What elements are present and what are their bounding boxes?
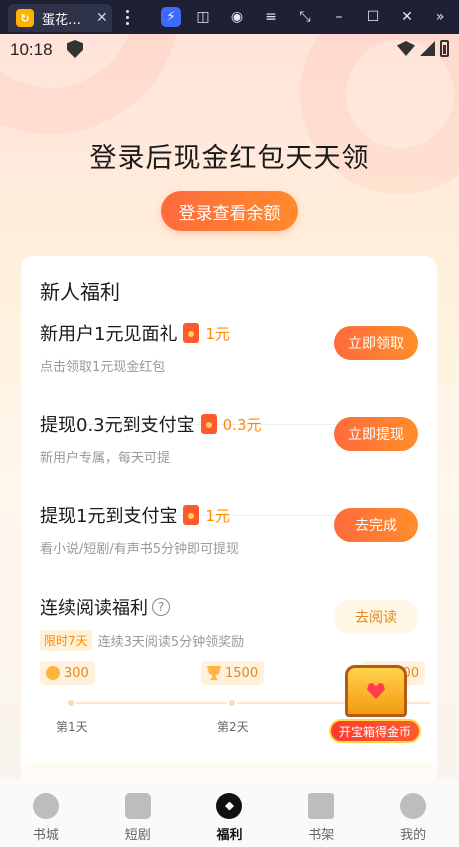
account-icon[interactable]: ◉	[227, 7, 247, 27]
user-icon	[400, 793, 427, 819]
claim-button[interactable]: 立即领取	[334, 326, 418, 360]
welfare-icon	[216, 793, 243, 819]
tab-label: 短剧	[124, 828, 151, 843]
app-logo-icon: ↻	[16, 9, 34, 27]
card-title: 新人福利	[40, 280, 120, 304]
task-desc: 看小说/短剧/有声书5分钟即可提现	[40, 542, 240, 557]
signal-icon	[420, 41, 435, 56]
maximize-icon[interactable]: ☐	[363, 7, 383, 27]
more-menu-icon[interactable]	[117, 7, 137, 27]
help-icon[interactable]: ?	[152, 598, 170, 616]
tab-bookshelf[interactable]: 书架	[275, 779, 367, 847]
status-icons	[397, 40, 449, 57]
milestone-day: 第1天	[56, 720, 88, 734]
bottom-tabbar: 书城 短剧 福利 书架 我的	[0, 779, 459, 847]
task-title: 新用户1元见面礼	[40, 324, 178, 345]
withdraw-button[interactable]: 立即提现	[334, 417, 418, 451]
milestone-reward: 300	[40, 661, 95, 685]
shield-icon	[67, 40, 83, 58]
milestone-reward: 1500	[201, 661, 265, 685]
resize-icon[interactable]: ⤡	[295, 7, 315, 27]
chest-label: 开宝箱得金币	[329, 719, 421, 743]
trophy-icon	[207, 666, 221, 680]
close-icon[interactable]: ✕	[96, 10, 108, 26]
minimize-icon[interactable]: –	[329, 7, 349, 27]
emulator-tab[interactable]: ↻ 蛋花… ✕	[8, 4, 112, 32]
task-title: 提现0.3元到支付宝	[40, 415, 195, 436]
status-time: 10:18	[10, 40, 53, 59]
red-packet-icon	[183, 505, 200, 525]
read-button[interactable]: 去阅读	[334, 600, 418, 634]
task-reward: 0.3元	[222, 415, 262, 434]
lightning-icon[interactable]: ⚡	[161, 7, 181, 27]
red-packet-icon	[200, 414, 217, 434]
task-reward: 1元	[205, 506, 230, 525]
complete-button[interactable]: 去完成	[334, 508, 418, 542]
task-desc: 连续3天阅读5分钟领奖励	[97, 635, 245, 650]
tab-profile[interactable]: 我的	[367, 779, 459, 847]
wifi-icon	[397, 41, 415, 56]
treasure-chest-widget[interactable]: 开宝箱得金币	[329, 663, 423, 745]
task-desc: 点击领取1元现金红包	[40, 360, 166, 375]
task-desc: 新用户专属，每天可提	[40, 451, 171, 466]
battery-icon	[440, 40, 449, 57]
milestone-dot	[66, 698, 76, 708]
tab-label: 书城	[32, 828, 59, 843]
tab-bookstore[interactable]: 书城	[0, 779, 92, 847]
status-bar: 10:18	[0, 34, 459, 64]
red-packet-icon	[183, 323, 200, 343]
gamepad-icon[interactable]: ◫	[193, 7, 213, 27]
limited-time-badge: 限时7天	[40, 630, 92, 651]
task-item: 提现1元到支付宝 1元 看小说/短剧/有声书5分钟即可提现 去完成	[40, 502, 418, 592]
task-item: 提现0.3元到支付宝 0.3元 新用户专属，每天可提 立即提现	[40, 411, 418, 501]
milestone-day: 第2天	[217, 720, 249, 734]
tab-label: 福利	[216, 828, 243, 843]
tab-label: 书架	[308, 828, 335, 843]
expand-sidebar-icon[interactable]: »	[430, 7, 450, 27]
task-item: 新用户1元见面礼 1元 点击领取1元现金红包 立即领取	[40, 320, 418, 410]
task-title: 连续阅读福利	[40, 598, 148, 619]
login-button[interactable]: 登录查看余额	[161, 191, 298, 231]
hero-title: 登录后现金红包天天领	[89, 143, 370, 174]
phone-screen: 10:18 登录后现金红包天天领 登录查看余额 新人福利 新用户1元见面礼 1元…	[0, 34, 459, 847]
emulator-tab-title: 蛋花…	[42, 12, 82, 28]
tab-label: 我的	[400, 828, 427, 843]
coin-icon	[46, 666, 60, 680]
milestone-dot	[227, 698, 237, 708]
window-close-icon[interactable]: ✕	[397, 7, 417, 27]
compass-icon	[32, 793, 59, 819]
play-icon	[124, 793, 151, 819]
tab-welfare[interactable]: 福利	[184, 779, 276, 847]
emulator-titlebar: ↻ 蛋花… ✕ ⚡ ◫ ◉ ≡ ⤡ – ☐ ✕ »	[0, 0, 459, 34]
hamburger-icon[interactable]: ≡	[261, 7, 281, 27]
task-reward: 1元	[205, 324, 230, 343]
book-icon	[308, 793, 335, 819]
tab-short-drama[interactable]: 短剧	[92, 779, 184, 847]
task-title: 提现1元到支付宝	[40, 506, 178, 527]
coin-amount: 300	[64, 665, 89, 681]
coin-amount: 1500	[225, 665, 259, 681]
